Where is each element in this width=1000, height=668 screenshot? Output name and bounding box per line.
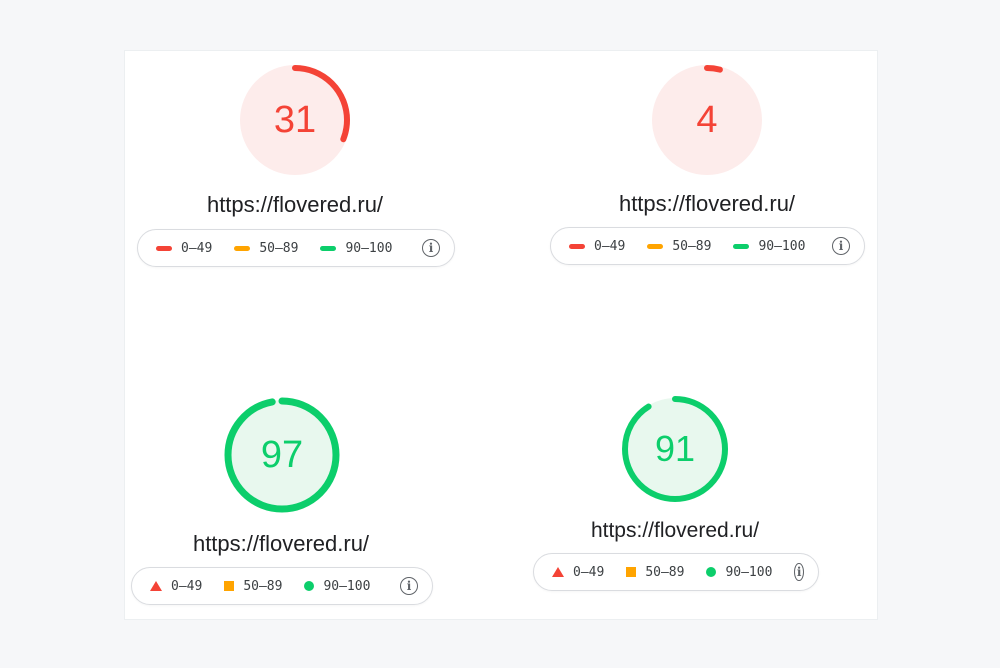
legend-marker: [304, 581, 315, 591]
legend-item-fail: 0–49: [569, 239, 625, 254]
score-legend: 0–49 50–89 90–100 i: [137, 229, 455, 267]
legend-item-pass: 90–100: [733, 239, 805, 254]
legend-label: 90–100: [758, 238, 806, 254]
legend-item-average: 50–89: [626, 565, 684, 580]
info-icon[interactable]: i: [422, 239, 440, 257]
legend-label: 50–89: [259, 240, 299, 256]
legend-marker: [569, 243, 585, 249]
score-value: 4: [696, 98, 718, 141]
legend-label: 50–89: [243, 578, 283, 594]
legend-item-fail: 0–49: [150, 579, 202, 594]
report-url[interactable]: https://flovered.ru/: [575, 519, 775, 543]
legend-item-fail: 0–49: [552, 565, 604, 580]
score-legend: 0–49 50–89 90–100 i: [131, 567, 433, 605]
legend-item-average: 50–89: [647, 239, 711, 254]
legend-item-average: 50–89: [234, 241, 298, 256]
info-icon[interactable]: i: [832, 237, 850, 255]
legend-label: 0–49: [573, 564, 605, 580]
legend-label: 90–100: [345, 240, 393, 256]
legend-marker: [552, 567, 564, 577]
score-value: 91: [654, 428, 696, 469]
legend-marker: [156, 245, 172, 251]
legend-label: 50–89: [672, 238, 712, 254]
legend-label: 0–49: [171, 578, 203, 594]
legend-item-pass: 90–100: [304, 579, 370, 594]
legend-item-fail: 0–49: [156, 241, 212, 256]
score-legend: 0–49 50–89 90–100 i: [533, 553, 819, 591]
legend-label: 0–49: [594, 238, 626, 254]
legend-item-pass: 90–100: [706, 565, 772, 580]
score-value: 97: [260, 433, 304, 476]
legend-label: 50–89: [645, 564, 685, 580]
legend-marker: [234, 245, 251, 251]
score-legend: 0–49 50–89 90–100 i: [550, 227, 865, 265]
info-icon[interactable]: i: [400, 577, 418, 595]
legend-marker: [626, 567, 637, 577]
legend-marker: [150, 581, 162, 591]
report-url[interactable]: https://flovered.ru/: [181, 531, 381, 557]
score-gauge: 4: [652, 65, 762, 175]
info-icon[interactable]: i: [794, 563, 804, 581]
score-gauge: 97: [224, 397, 340, 513]
score-value: 31: [273, 98, 317, 141]
legend-label: 90–100: [725, 564, 773, 580]
lighthouse-report-collage: 31 https://flovered.ru/ 0–49 50–89 90–10…: [124, 50, 878, 620]
report-url[interactable]: https://flovered.ru/: [195, 192, 395, 218]
legend-marker: [706, 567, 717, 577]
legend-marker: [733, 243, 750, 249]
legend-item-average: 50–89: [224, 579, 282, 594]
report-url[interactable]: https://flovered.ru/: [607, 191, 807, 217]
legend-marker: [224, 581, 235, 591]
score-gauge: 91: [621, 395, 729, 503]
score-gauge: 31: [240, 65, 350, 175]
legend-item-pass: 90–100: [320, 241, 392, 256]
legend-marker: [647, 243, 664, 249]
legend-marker: [320, 245, 337, 251]
legend-label: 0–49: [181, 240, 213, 256]
legend-label: 90–100: [323, 578, 371, 594]
